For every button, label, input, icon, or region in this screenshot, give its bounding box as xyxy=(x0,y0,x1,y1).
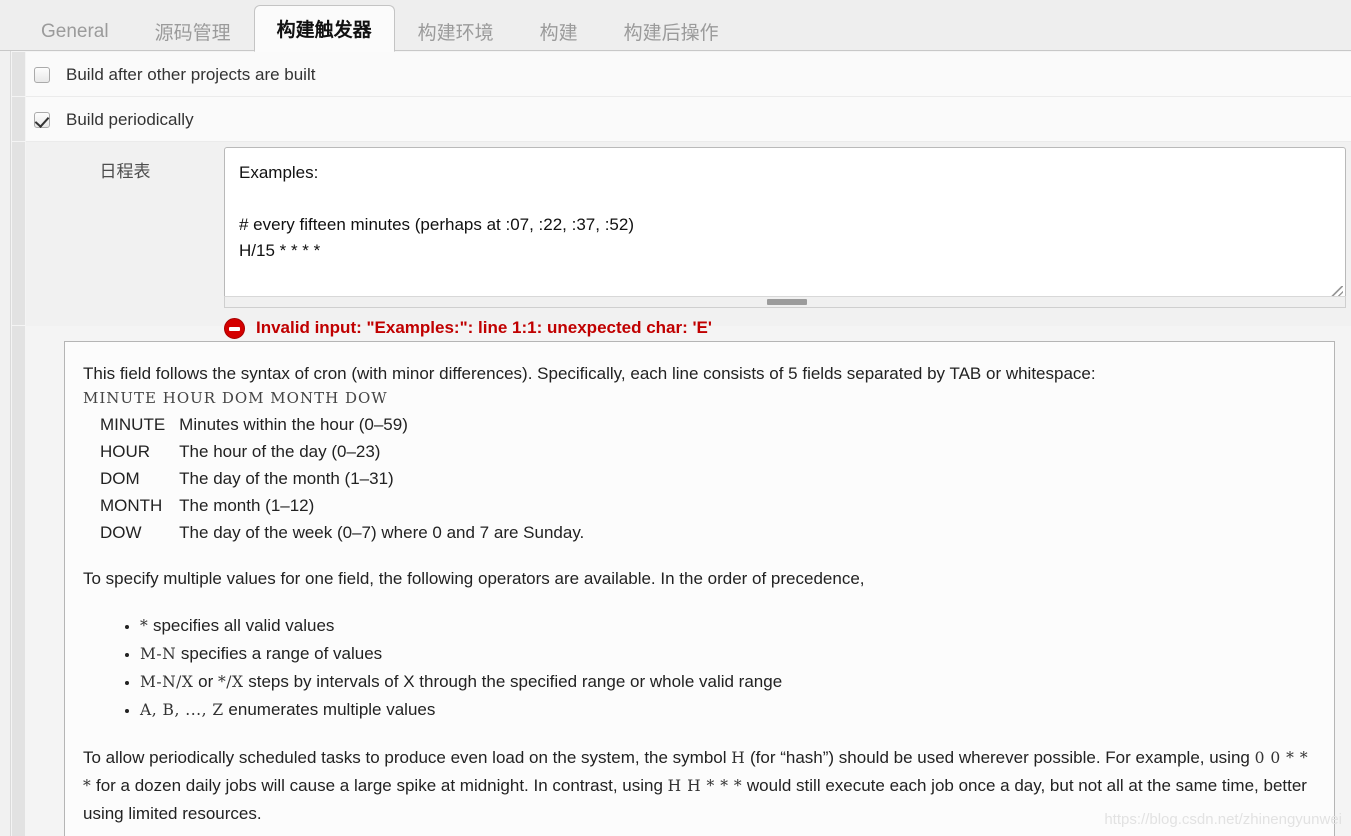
operator-code: * xyxy=(140,617,149,635)
definition-key: HOUR xyxy=(100,442,151,461)
error-circle-icon xyxy=(224,317,245,339)
help-operators-intro: To specify multiple values for one field… xyxy=(83,569,865,588)
scrollbar-thumb[interactable] xyxy=(767,299,807,305)
tab-build-triggers[interactable]: 构建触发器 xyxy=(253,5,395,52)
jenkins-build-triggers-page: General 源码管理 构建触发器 构建环境 构建 构建后操作 Build a… xyxy=(0,0,1351,836)
help-operator-list: * specifies all valid values M-N specifi… xyxy=(83,612,1316,724)
hash-code-1: H xyxy=(731,749,746,767)
table-row: DOM The day of the month (1–31) xyxy=(100,465,584,492)
tab-build[interactable]: 构建 xyxy=(517,11,601,51)
tab-general[interactable]: General xyxy=(18,11,132,51)
operator-text: specifies all valid values xyxy=(148,616,335,635)
watermark-text: https://blog.csdn.net/zhinengyunwei xyxy=(1104,811,1342,828)
hash-code-3: H H * * * xyxy=(667,777,743,795)
definition-key: DOW xyxy=(100,523,142,542)
tab-post-build-actions[interactable]: 构建后操作 xyxy=(601,11,742,51)
checkbox-build-after-other-projects[interactable]: Build after other projects are built xyxy=(34,65,315,85)
definition-key: DOM xyxy=(100,469,140,488)
definition-value: The day of the month (1–31) xyxy=(179,469,394,488)
checkbox-build-periodically[interactable]: Build periodically xyxy=(34,110,194,130)
operator-text: steps by intervals of X through the spec… xyxy=(243,672,783,691)
schedule-textarea-wrapper xyxy=(224,147,1346,303)
table-row: MONTH The month (1–12) xyxy=(100,492,584,519)
table-row: MINUTE Minutes within the hour (0–59) xyxy=(100,411,584,438)
help-field-definitions: MINUTE Minutes within the hour (0–59) HO… xyxy=(100,411,584,546)
operator-text: specifies a range of values xyxy=(176,644,383,663)
error-message-text: Invalid input: "Examples:": line 1:1: un… xyxy=(256,318,712,337)
definition-value: Minutes within the hour (0–59) xyxy=(179,415,408,434)
operator-code: M-N xyxy=(140,645,177,663)
row-gutter-help xyxy=(12,326,25,836)
row-gutter-build-after xyxy=(12,52,25,96)
tab-build-environment[interactable]: 构建环境 xyxy=(395,11,517,51)
definition-value: The hour of the day (0–23) xyxy=(179,442,381,461)
checkbox-label-build-periodically: Build periodically xyxy=(66,110,194,129)
checkbox-label-build-after-other-projects: Build after other projects are built xyxy=(66,65,316,84)
schedule-field-label: 日程表 xyxy=(99,162,151,181)
tab-source-code-management[interactable]: 源码管理 xyxy=(132,11,254,51)
schedule-help-panel: This field follows the syntax of cron (w… xyxy=(64,341,1335,836)
config-tab-bar: General 源码管理 构建触发器 构建环境 构建 构建后操作 xyxy=(0,0,1351,52)
row-gutter-schedule xyxy=(12,142,25,325)
definition-key: MINUTE xyxy=(100,415,166,434)
table-row: HOUR The hour of the day (0–23) xyxy=(100,438,584,465)
operator-code: A, B, ..., Z xyxy=(140,701,224,719)
list-item: A, B, ..., Z enumerates multiple values xyxy=(140,696,1316,724)
list-item: M-N/X or */X steps by intervals of X thr… xyxy=(140,668,1316,696)
table-row: DOW The day of the week (0–7) where 0 an… xyxy=(100,519,584,546)
row-build-periodically: Build periodically xyxy=(26,97,1351,142)
schedule-validation-error: Invalid input: "Examples:": line 1:1: un… xyxy=(224,313,712,343)
list-item: M-N specifies a range of values xyxy=(140,640,1316,668)
help-cron-field-order: MINUTE HOUR DOM MONTH DOW xyxy=(83,389,388,407)
schedule-horizontal-scrollbar[interactable] xyxy=(224,296,1346,308)
operator-code-alt: */X xyxy=(218,673,244,691)
definition-value: The day of the week (0–7) where 0 and 7 … xyxy=(179,523,585,542)
help-intro-text: This field follows the syntax of cron (w… xyxy=(83,364,1096,383)
checkbox-checked-icon[interactable] xyxy=(34,112,50,128)
hash-text-1: To allow periodically scheduled tasks to… xyxy=(83,748,732,767)
tab-list: General 源码管理 构建触发器 构建环境 构建 构建后操作 xyxy=(18,4,742,52)
hash-text-2: (for “hash”) should be used wherever pos… xyxy=(745,748,1255,767)
row-build-after-other-projects: Build after other projects are built xyxy=(26,52,1351,97)
definition-key: MONTH xyxy=(100,496,163,515)
left-margin xyxy=(0,51,11,836)
operator-code: M-N/X xyxy=(140,673,194,691)
list-item: * specifies all valid values xyxy=(140,612,1316,640)
hash-text-3: for a dozen daily jobs will cause a larg… xyxy=(91,776,668,795)
schedule-input[interactable] xyxy=(224,147,1346,303)
definition-value: The month (1–12) xyxy=(179,496,315,515)
operator-text: enumerates multiple values xyxy=(223,700,436,719)
row-gutter-build-periodically xyxy=(12,97,25,141)
operator-conjunction: or xyxy=(193,672,218,691)
checkbox-unchecked-icon[interactable] xyxy=(34,67,50,83)
